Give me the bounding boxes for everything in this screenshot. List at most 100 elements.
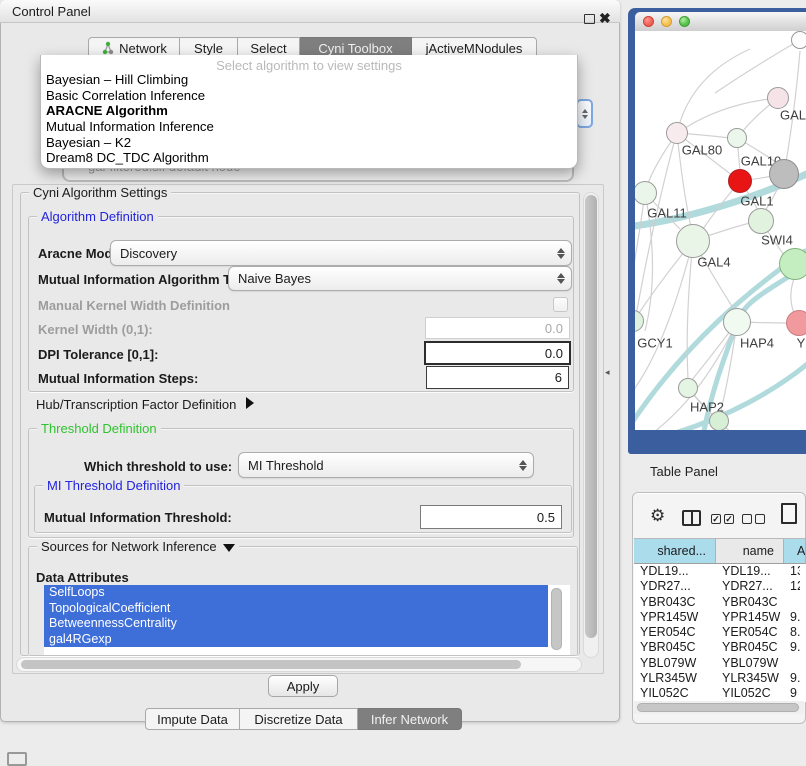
select-all-icon[interactable]: ✓✓ <box>711 514 734 524</box>
algorithm-option[interactable]: Mutual Information Inference <box>41 119 577 135</box>
network-icon <box>101 41 115 55</box>
attribute-list-item[interactable]: TopologicalCoefficient <box>44 601 548 617</box>
file-icon[interactable] <box>781 503 797 524</box>
algorithm-option[interactable]: Dream8 DC_TDC Algorithm <box>41 150 577 166</box>
network-node[interactable] <box>767 87 789 109</box>
list-scrollbar-thumb[interactable] <box>551 588 562 650</box>
algorithm-definition-title: Algorithm Definition <box>37 209 158 224</box>
gear-icon[interactable]: ⚙ <box>650 506 665 526</box>
floating-panel-icon[interactable] <box>7 752 27 766</box>
table-row[interactable]: YBL079WYBL079W <box>634 656 806 671</box>
table-cell: YPR145W <box>716 610 784 625</box>
table-horizontal-scrollbar-thumb[interactable] <box>637 703 799 712</box>
manual-kernel-checkbox[interactable] <box>553 297 568 312</box>
tab-impute-data[interactable]: Impute Data <box>145 708 240 730</box>
algorithm-option[interactable]: Basic Correlation Inference <box>41 88 577 104</box>
algorithm-option[interactable]: ARACNE Algorithm <box>41 103 577 119</box>
apply-button[interactable]: Apply <box>268 675 338 697</box>
aracne-mode-value: Discovery <box>120 246 177 261</box>
table-cell: 9 <box>784 686 800 701</box>
close-icon[interactable]: ✖ <box>599 10 611 27</box>
network-node[interactable] <box>678 378 698 398</box>
which-threshold-select[interactable]: MI Threshold <box>238 452 534 478</box>
table-row[interactable]: YBR043CYBR043C <box>634 595 806 610</box>
control-panel-titlebar[interactable]: Control Panel <box>0 0 620 23</box>
which-threshold-label: Which threshold to use: <box>84 459 232 474</box>
manual-kernel-label: Manual Kernel Width Definition <box>38 298 230 313</box>
network-node-label: GAL80 <box>682 143 722 158</box>
network-node[interactable] <box>709 411 729 430</box>
network-node[interactable] <box>779 248 806 280</box>
close-traffic-light-icon[interactable] <box>643 16 654 27</box>
table-row[interactable]: YIL052CYIL052C9 <box>634 686 806 701</box>
sources-group-title[interactable]: Sources for Network Inference <box>37 539 239 554</box>
kernel-width-label: Kernel Width (0,1): <box>38 322 153 337</box>
deselect-all-icon[interactable] <box>742 514 765 524</box>
tab-discretize-data[interactable]: Discretize Data <box>240 708 358 730</box>
network-canvas[interactable]: GALGAL80GAL10GAL1GAL11SWI4GAL4GCY1HAP4YH… <box>635 31 806 430</box>
mi-type-label: Mutual Information Algorithm Type: <box>38 272 257 287</box>
table-row[interactable]: YLR345WYLR345W9. <box>634 671 806 686</box>
mi-type-select[interactable]: Naive Bayes <box>228 266 572 291</box>
mi-steps-field[interactable]: 6 <box>426 366 569 389</box>
column-header-shared-name[interactable]: shared... <box>634 539 716 563</box>
table-row[interactable]: YDL19...YDL19...13 <box>634 564 806 579</box>
network-node-label: GCY1 <box>637 336 672 351</box>
table-row[interactable]: YDR27...YDR27...12 <box>634 579 806 594</box>
control-panel-title: Control Panel <box>12 4 91 19</box>
splitter-collapse-icon[interactable]: ◂ <box>605 367 610 378</box>
algorithm-option[interactable]: Bayesian – Hill Climbing <box>41 72 577 88</box>
table-row[interactable]: YBR045CYBR045C9. <box>634 640 806 655</box>
data-attributes-list[interactable]: SelfLoopsTopologicalCoefficientBetweenne… <box>44 585 570 655</box>
attribute-list-item[interactable]: gal4RGexp <box>44 632 548 648</box>
algorithm-option[interactable]: Bayesian – K2 <box>41 135 577 151</box>
mi-threshold-field[interactable]: 0.5 <box>420 505 562 529</box>
attribute-list-item[interactable]: SelfLoops <box>44 585 548 601</box>
network-node[interactable] <box>786 310 806 336</box>
table-cell: YBR045C <box>716 640 784 655</box>
table-body[interactable]: YDL19...YDL19...13YDR27...YDR27...12YBR0… <box>634 564 806 702</box>
table-cell: YBL079W <box>634 656 716 671</box>
threshold-definition-title: Threshold Definition <box>37 421 161 436</box>
table-cell: YPR145W <box>634 610 716 625</box>
network-node-label: GAL <box>780 108 806 123</box>
table-cell: YDL19... <box>716 564 784 579</box>
network-node[interactable] <box>727 128 747 148</box>
network-node[interactable] <box>666 122 688 144</box>
table-cell: 13 <box>784 564 800 579</box>
network-node[interactable] <box>748 208 774 234</box>
mi-steps-label: Mutual Information Steps: <box>38 371 198 386</box>
minimize-traffic-light-icon[interactable] <box>661 16 672 27</box>
column-header-name[interactable]: name <box>716 539 784 563</box>
kernel-width-field[interactable]: 0.0 <box>425 317 570 339</box>
network-node[interactable] <box>723 308 751 336</box>
table-row[interactable]: YER054CYER054C8. <box>634 625 806 640</box>
tab-infer-network[interactable]: Infer Network <box>358 708 462 730</box>
column-header-partial[interactable]: A <box>784 539 806 563</box>
settings-horizontal-scrollbar-thumb[interactable] <box>21 660 521 669</box>
zoom-traffic-light-icon[interactable] <box>679 16 690 27</box>
dpi-tolerance-value: 0.0 <box>545 346 563 361</box>
float-window-icon[interactable] <box>584 14 595 24</box>
table-cell: YER054C <box>634 625 716 640</box>
focused-stepper-icon[interactable] <box>576 99 593 128</box>
network-window-titlebar[interactable] <box>635 12 806 31</box>
table-cell: YDR27... <box>716 579 784 594</box>
tab-infer-network-label: Infer Network <box>371 712 448 727</box>
settings-vertical-scrollbar-thumb[interactable] <box>585 195 597 638</box>
dpi-tolerance-field[interactable]: 0.0 <box>424 341 571 365</box>
attribute-list-item[interactable]: BetweennessCentrality <box>44 616 548 632</box>
table-cell: 9. <box>784 640 800 655</box>
aracne-mode-select[interactable]: Discovery <box>110 240 572 266</box>
columns-icon[interactable] <box>682 510 701 526</box>
hub-definition-toggle[interactable]: Hub/Transcription Factor Definition <box>36 397 254 412</box>
network-node[interactable] <box>791 31 806 49</box>
network-node[interactable] <box>769 159 799 189</box>
table-row[interactable]: YPR145WYPR145W9. <box>634 610 806 625</box>
network-node[interactable] <box>676 224 710 258</box>
stepper-icon <box>557 248 565 259</box>
mi-threshold-value: 0.5 <box>537 510 555 525</box>
table-cell: YDR27... <box>634 579 716 594</box>
network-node[interactable] <box>728 169 752 193</box>
apply-button-label: Apply <box>287 679 320 694</box>
